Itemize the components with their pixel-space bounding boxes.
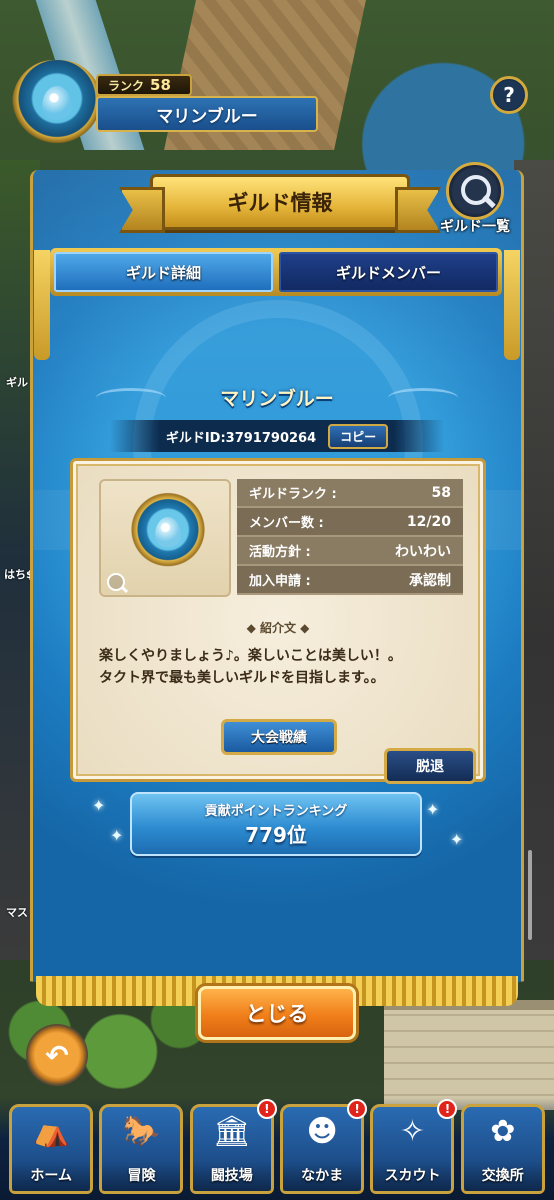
tassel-right	[504, 250, 520, 360]
sparkle-icon: ✦	[450, 830, 464, 849]
stat-row-members: メンバー数 : 12/20	[237, 508, 463, 537]
bottom-nav: ⛺ ホーム 🐎 冒険 🏛 ! 闘技場 ☻ ! なかま ✧ ! スカウト ✿ 交換…	[0, 1098, 554, 1200]
nav-scout[interactable]: ✧ ! スカウト	[370, 1099, 458, 1194]
magnifier-icon	[446, 162, 504, 220]
stat-label: メンバー数 :	[249, 516, 324, 531]
tab-guild-details[interactable]: ギルド詳細	[54, 252, 273, 292]
player-rank: ランク 58	[96, 74, 192, 96]
tab-guild-members[interactable]: ギルドメンバー	[279, 252, 498, 292]
tassel-left	[34, 250, 50, 360]
guild-list-button[interactable]: ギルド一覧	[430, 162, 520, 242]
diamond-icon: ◆	[246, 621, 260, 635]
intro-heading: ◆ 紹介文 ◆	[73, 619, 483, 636]
nav-label: ホーム	[12, 1161, 91, 1191]
intro-text: 楽しくやりましょう♪。楽しいことは美しい！。 タクト界で最も美しいギルドを目指し…	[99, 645, 469, 689]
nav-party[interactable]: ☻ ! なかま	[280, 1099, 368, 1194]
nav-label: なかま	[283, 1161, 362, 1191]
player-name: マリンブルー	[96, 96, 318, 132]
intro-heading-text: 紹介文	[259, 621, 296, 635]
nav-label: 冒険	[102, 1161, 181, 1191]
nav-exchange[interactable]: ✿ 交換所	[460, 1104, 545, 1194]
guild-name: マリンブルー	[220, 388, 334, 410]
scrollbar[interactable]	[528, 850, 532, 940]
tent-icon: ⛺	[32, 1114, 70, 1149]
guild-crest-icon	[127, 491, 209, 583]
guild-stats: ギルドランク : 58 メンバー数 : 12/20 活動方針 : わいわい 加入…	[237, 479, 463, 595]
rank-value: 58	[150, 76, 171, 94]
stat-row-rank: ギルドランク : 58	[237, 479, 463, 508]
ranking-value: 779位	[245, 823, 307, 847]
nav-arena[interactable]: 🏛 ! 闘技場	[189, 1099, 277, 1194]
leave-guild-button[interactable]: 脱退	[384, 748, 476, 784]
background-label: マス	[6, 906, 28, 919]
sparkle-icon: ✦	[426, 800, 440, 819]
stat-value: 承認制	[409, 572, 451, 589]
nav-label: スカウト	[373, 1161, 452, 1191]
scout-icon: ✧	[399, 1114, 426, 1149]
panel-title: ギルド情報	[150, 174, 410, 230]
guild-crest-box[interactable]	[99, 479, 231, 597]
slime-icon	[155, 517, 181, 547]
slime-icon	[42, 86, 72, 120]
diamond-icon: ◆	[296, 621, 310, 635]
guild-id-bar: ギルドID:3791790264 コピー	[110, 420, 444, 452]
alert-badge: !	[256, 1099, 277, 1119]
alert-badge: !	[347, 1099, 368, 1119]
back-arrow-icon: ↶	[45, 1038, 69, 1072]
castle-wall	[384, 1000, 554, 1110]
stat-row-application: 加入申請 : 承認制	[237, 566, 463, 595]
party-icon: ☻	[306, 1114, 338, 1149]
zoom-icon[interactable]	[107, 573, 125, 591]
rank-label: ランク	[108, 78, 145, 93]
guild-id: ギルドID:3791790264	[165, 430, 317, 446]
stat-label: ギルドランク :	[249, 487, 337, 502]
tab-bar: ギルド詳細 ギルドメンバー	[50, 248, 502, 296]
sparkle-icon: ✦	[92, 796, 106, 815]
intro-line: 楽しくやりましょう♪。楽しいことは美しい！。	[99, 648, 402, 664]
stat-label: 加入申請 :	[249, 574, 311, 589]
intro-line: タクト界で最も美しいギルドを目指します。。	[99, 670, 385, 686]
close-button[interactable]: とじる	[198, 986, 356, 1040]
nav-label: 闘技場	[192, 1161, 271, 1191]
wagon-icon: 🐎	[122, 1114, 161, 1149]
background-label: はち$	[4, 568, 34, 581]
alert-badge: !	[437, 1099, 458, 1119]
guild-detail-card: ギルドランク : 58 メンバー数 : 12/20 活動方針 : わいわい 加入…	[70, 458, 486, 782]
exchange-icon: ✿	[490, 1114, 516, 1149]
help-button[interactable]: ?	[490, 76, 528, 114]
stat-value: 12/20	[406, 513, 451, 530]
stat-label: 活動方針 :	[249, 545, 311, 560]
nav-adventure[interactable]: 🐎 冒険	[99, 1104, 184, 1194]
nav-label: 交換所	[463, 1161, 542, 1191]
guild-emblem-icon[interactable]	[12, 60, 102, 156]
copy-button[interactable]: コピー	[328, 423, 389, 449]
stat-row-policy: 活動方針 : わいわい	[237, 537, 463, 566]
tournament-results-button[interactable]: 大会戦績	[221, 719, 337, 755]
back-button[interactable]: ↶	[26, 1024, 88, 1086]
stat-value: わいわい	[395, 543, 451, 560]
ranking-label: 貢献ポイントランキング	[204, 804, 348, 819]
arena-icon: 🏛	[212, 1114, 251, 1149]
nav-home[interactable]: ⛺ ホーム	[9, 1104, 94, 1194]
stat-value: 58	[431, 484, 451, 501]
contribution-ranking: 貢献ポイントランキング 779位	[130, 792, 422, 856]
sparkle-icon: ✦	[110, 826, 124, 845]
